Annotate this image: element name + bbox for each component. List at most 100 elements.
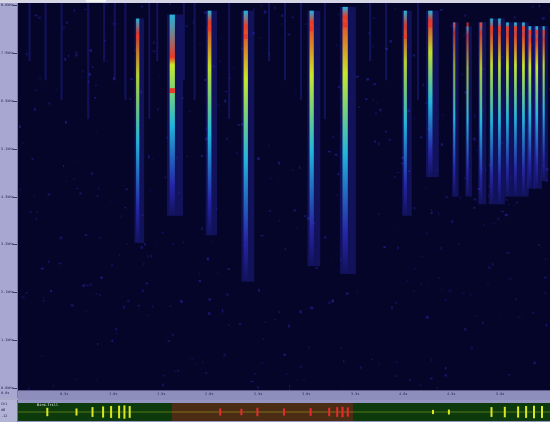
noise-speck	[544, 258, 547, 261]
noise-speck	[140, 324, 142, 326]
waveform-burst	[283, 408, 285, 416]
noise-speck	[286, 373, 288, 375]
noise-speck	[97, 343, 99, 346]
noise-speck	[296, 379, 298, 381]
frequency-tick	[13, 197, 17, 198]
noise-speck	[63, 165, 64, 168]
noise-speck	[151, 305, 154, 308]
frequency-tick	[13, 388, 17, 389]
noise-speck	[162, 231, 164, 234]
noise-speck	[120, 215, 122, 218]
noise-speck	[406, 280, 409, 282]
noise-speck	[76, 188, 78, 189]
noise-speck	[173, 370, 176, 372]
waveform-overview[interactable]: Bird-Trill	[18, 403, 550, 421]
frequency-axis: 8.6kHz 7.9kHz 6.5kHz 5.1kHz 4.3kHz 3.3kHz 2.1k…	[0, 3, 18, 398]
track-label: Bird-Trill	[37, 403, 59, 407]
waveform-burst	[102, 406, 105, 418]
noise-speck	[291, 16, 294, 18]
noise-speck	[98, 237, 101, 239]
call-peak	[136, 34, 140, 39]
noise-speck	[148, 155, 150, 159]
noise-speck	[491, 263, 494, 266]
noise-speck	[346, 292, 349, 295]
call-trace	[453, 22, 456, 197]
noise-speck	[149, 189, 151, 192]
noise-speck	[233, 67, 235, 69]
noise-speck	[125, 188, 128, 191]
noise-speck	[473, 207, 476, 209]
noise-speck	[239, 322, 242, 325]
waveform-burst	[118, 405, 121, 419]
frequency-tick	[13, 5, 17, 6]
noise-speck	[137, 304, 140, 307]
time-axis-origin-label: 0.0s	[1, 391, 10, 395]
noise-speck	[65, 121, 67, 124]
waveform-burst	[128, 406, 131, 418]
noise-speck	[253, 8, 255, 11]
noise-speck	[493, 223, 495, 225]
call-trace	[243, 10, 248, 282]
noise-speck	[226, 293, 229, 296]
noise-speck	[394, 8, 396, 10]
noise-speck	[33, 195, 36, 198]
noise-speck	[258, 288, 260, 292]
time-label: 4.5s	[447, 392, 456, 396]
noise-speck	[198, 43, 202, 45]
time-label: 3.5s	[351, 392, 360, 396]
call-trace	[342, 6, 348, 274]
noise-speck	[72, 178, 76, 180]
noise-speck	[34, 89, 38, 91]
noise-speck	[106, 60, 108, 63]
time-label: 2.0s	[205, 392, 214, 396]
frequency-tick	[13, 340, 17, 341]
noise-speck	[162, 383, 164, 387]
noise-speck	[445, 196, 448, 199]
noise-speck	[421, 255, 423, 257]
noise-speck	[394, 230, 396, 233]
noise-speck	[514, 298, 517, 301]
noise-speck	[79, 192, 82, 195]
call-trace	[403, 10, 407, 216]
noise-speck	[383, 246, 386, 248]
waveform-burst	[341, 406, 344, 418]
spectrogram-canvas[interactable]	[18, 3, 550, 390]
noise-speck	[236, 152, 238, 154]
noise-speck	[373, 83, 377, 86]
spectrogram-view[interactable]	[18, 3, 550, 390]
faint-streak	[323, 3, 326, 120]
faint-streak	[87, 3, 90, 120]
noise-speck	[420, 283, 423, 286]
noise-speck	[281, 14, 284, 17]
noise-speck	[372, 17, 376, 20]
noise-speck	[237, 123, 241, 126]
noise-speck	[438, 276, 440, 280]
noise-speck	[278, 161, 280, 165]
noise-speck	[270, 177, 272, 180]
noise-speck	[84, 310, 88, 312]
call-peak	[542, 30, 545, 36]
waveform-burst	[336, 407, 339, 417]
noise-speck	[96, 195, 99, 197]
time-label: 1.5s	[157, 392, 166, 396]
waveform-burst	[240, 408, 243, 416]
noise-speck	[378, 362, 380, 366]
noise-speck	[224, 90, 228, 93]
call-glow	[541, 26, 548, 182]
noise-speck	[414, 267, 416, 270]
noise-speck	[397, 246, 399, 250]
noise-speck	[92, 293, 94, 295]
noise-speck	[284, 247, 286, 251]
noise-speck	[65, 180, 68, 182]
waveform-canvas[interactable]	[18, 403, 550, 421]
noise-speck	[288, 324, 290, 328]
window-title	[86, 0, 106, 2]
noise-speck	[38, 77, 42, 79]
noise-speck	[118, 254, 121, 256]
noise-speck	[501, 210, 504, 213]
noise-speck	[208, 298, 211, 301]
noise-speck	[90, 172, 94, 176]
noise-speck	[274, 230, 277, 232]
noise-speck	[34, 14, 38, 17]
noise-speck	[324, 236, 327, 239]
